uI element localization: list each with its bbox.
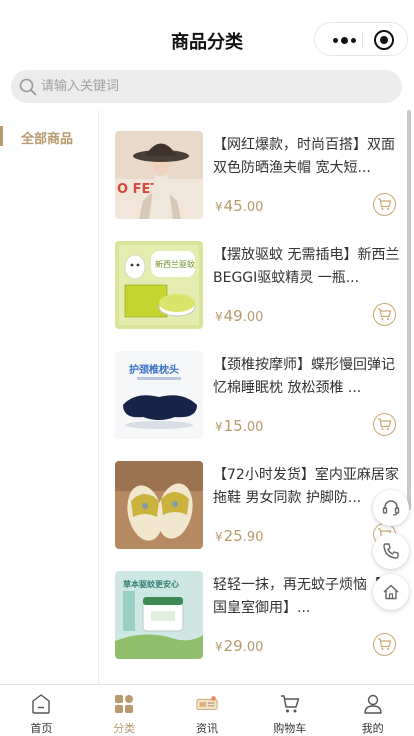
tab-category[interactable]: 分类 [83, 685, 166, 736]
product-image: 护颈椎枕头 [115, 351, 203, 439]
product-name: 【摆放驱蚊 无需插电】新西兰BEGGI驱蚊精灵 一瓶... [213, 247, 400, 286]
product-price: ¥49.00 [215, 307, 264, 325]
user-icon [361, 693, 385, 715]
tab-bar: 首页 分类 资讯 购物车 我的 [0, 684, 414, 736]
customer-service-button[interactable] [373, 490, 409, 526]
add-to-cart-button[interactable] [373, 633, 396, 656]
tab-label: 购物车 [273, 722, 307, 735]
product-image [115, 461, 203, 549]
phone-icon [383, 543, 399, 559]
cart-icon [378, 638, 392, 650]
add-to-cart-button[interactable] [373, 413, 396, 436]
add-to-cart-button[interactable] [373, 303, 396, 326]
add-to-cart-button[interactable] [373, 193, 396, 216]
tab-cart[interactable]: 购物车 [248, 685, 331, 736]
product-card[interactable]: O FET 【网红爆款，时尚百搭】双面双色防晒渔夫帽 宽大短... ¥45.00 [115, 131, 405, 223]
product-image-label: 新西兰驱蚊 [155, 259, 195, 269]
tab-label: 首页 [30, 722, 53, 735]
category-sidebar: 全部商品 [0, 110, 99, 684]
tab-label: 资讯 [195, 722, 218, 735]
product-image-label: 护颈椎枕头 [129, 363, 179, 376]
cart-icon [378, 198, 392, 210]
cart-icon [278, 693, 302, 715]
phone-call-button[interactable] [373, 533, 409, 569]
news-icon [195, 693, 219, 715]
product-image: 新西兰驱蚊 [115, 241, 203, 329]
sidebar-item-label: 全部商品 [21, 132, 74, 147]
tab-profile[interactable]: 我的 [331, 685, 414, 736]
more-menu-icon[interactable] [327, 27, 361, 53]
search-icon [19, 78, 37, 96]
mini-program-capsule [314, 22, 408, 56]
product-card[interactable]: 护颈椎枕头 【颈椎按摩师】蝶形慢回弹记忆棉睡眠枕 放松颈椎 ... ¥15.00 [115, 351, 405, 443]
category-icon [112, 693, 136, 715]
home-icon [29, 693, 53, 715]
nav-bar: 商品分类 [0, 0, 414, 78]
search-input[interactable] [41, 70, 391, 103]
tab-label: 我的 [361, 722, 384, 735]
search-bar[interactable] [11, 70, 402, 103]
sidebar-item-all-products[interactable]: 全部商品 [0, 110, 98, 160]
product-image-label: 草本驱蚊更安心 [123, 579, 179, 589]
product-price: ¥25.90 [215, 527, 264, 545]
product-price: ¥45.00 [215, 197, 264, 215]
product-card[interactable]: 【72小时发货】室内亚麻居家拖鞋 男女同款 护脚防... ¥25.90 [115, 461, 405, 553]
product-card[interactable]: 草本驱蚊更安心 轻轻一抹，再无蚊子烦恼【泰国皇室御用】... ¥29.00 [115, 571, 405, 663]
product-name: 【网红爆款，时尚百搭】双面双色防晒渔夫帽 宽大短... [213, 137, 395, 176]
cart-icon [378, 418, 392, 430]
home-icon [383, 584, 399, 600]
tab-home[interactable]: 首页 [0, 685, 83, 736]
product-name: 【颈椎按摩师】蝶形慢回弹记忆棉睡眠枕 放松颈椎 ... [213, 357, 395, 396]
headset-icon [382, 500, 400, 516]
active-indicator [0, 126, 3, 146]
product-image: 草本驱蚊更安心 [115, 571, 203, 659]
capsule-divider [362, 32, 363, 48]
tab-news[interactable]: 资讯 [166, 685, 249, 736]
product-image: O FET [115, 131, 203, 219]
close-program-icon[interactable] [374, 30, 394, 50]
home-float-button[interactable] [373, 574, 409, 610]
cart-icon [378, 308, 392, 320]
list-scrollbar[interactable] [407, 110, 411, 510]
product-price: ¥29.00 [215, 637, 264, 655]
product-price: ¥15.00 [215, 417, 264, 435]
tab-label: 分类 [113, 722, 136, 735]
product-card[interactable]: 新西兰驱蚊 【摆放驱蚊 无需插电】新西兰BEGGI驱蚊精灵 一瓶... ¥49.… [115, 241, 405, 333]
product-list[interactable]: O FET 【网红爆款，时尚百搭】双面双色防晒渔夫帽 宽大短... ¥45.00… [100, 110, 414, 684]
